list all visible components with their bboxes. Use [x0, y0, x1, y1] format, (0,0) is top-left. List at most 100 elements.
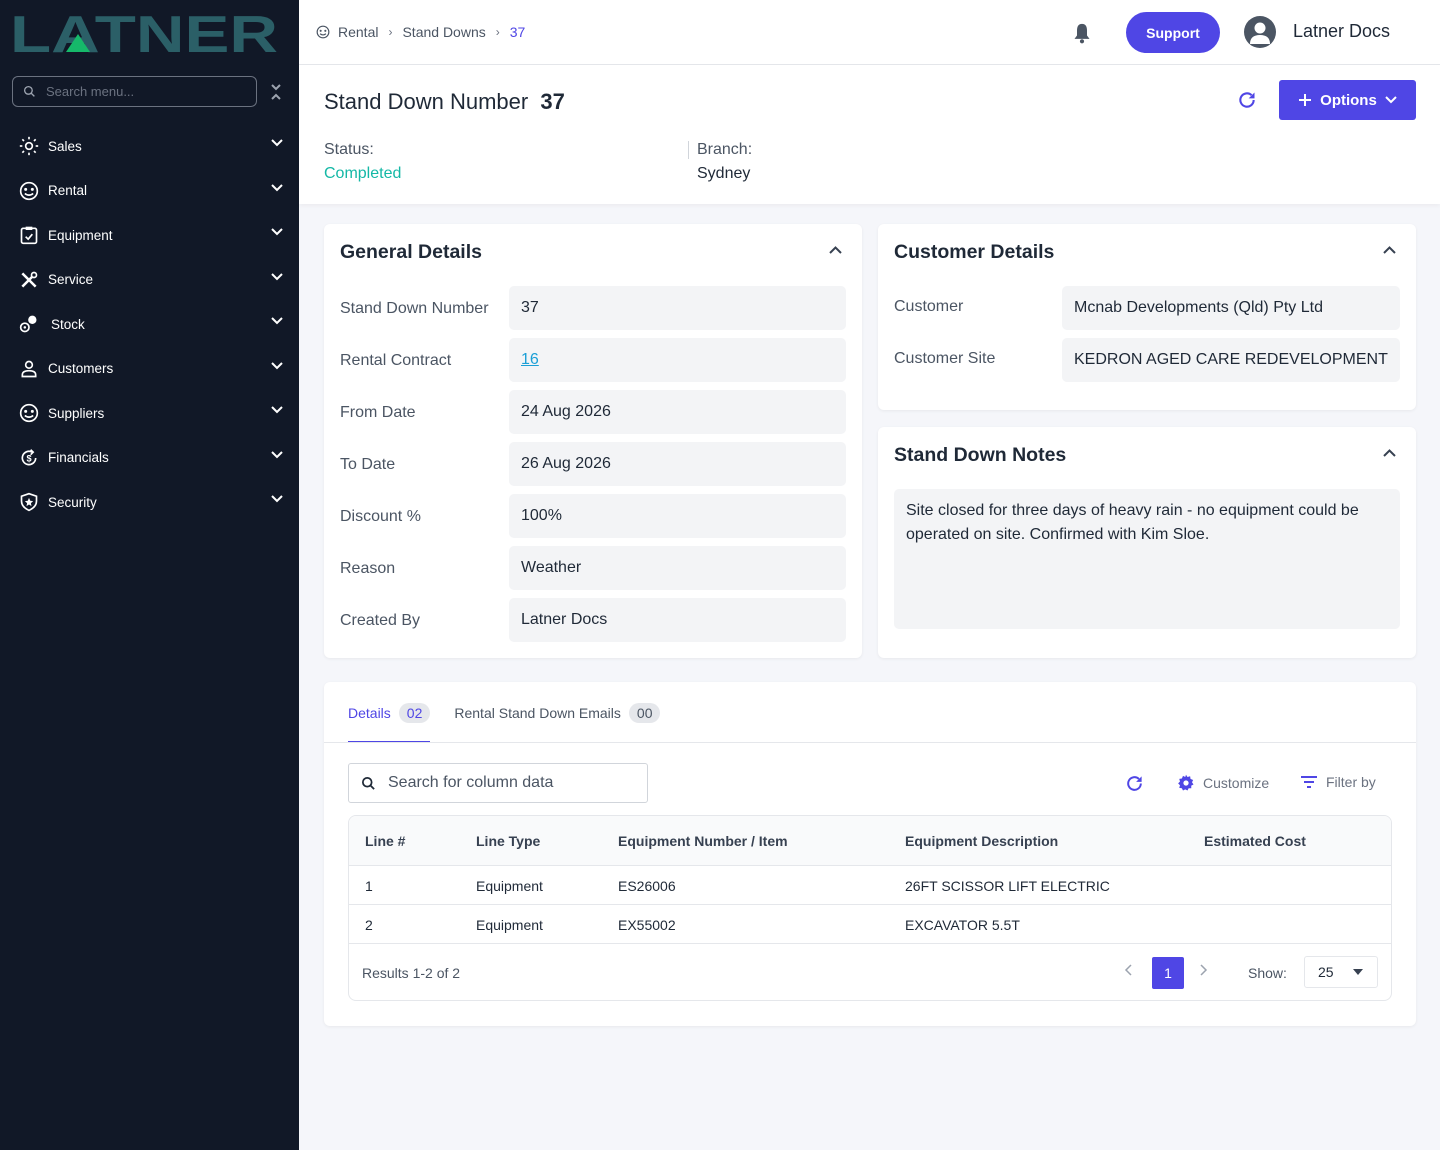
lines-table: Line # Line Type Equipment Number / Item… — [348, 815, 1392, 1001]
column-header[interactable]: Estimated Cost — [1204, 833, 1306, 849]
chevron-up-icon[interactable] — [1383, 449, 1396, 457]
sidebar-item-suppliers[interactable]: Suppliers — [0, 391, 299, 436]
page-size-select[interactable]: 25 — [1304, 956, 1378, 988]
page-title: Stand Down Number 37 — [324, 89, 565, 115]
tab-rental-stand-down-emails[interactable]: Rental Stand Down Emails 00 — [454, 682, 661, 743]
sidebar-item-sales[interactable]: Sales — [0, 124, 299, 169]
table-search-input[interactable] — [388, 774, 638, 792]
cell-line-type: Equipment — [476, 878, 543, 894]
branch-label: Branch: — [697, 141, 753, 158]
divider — [324, 742, 1416, 743]
sidebar-item-label: Suppliers — [48, 405, 105, 421]
sidebar-item-stock[interactable]: Stock — [0, 302, 299, 347]
sidebar-item-rental[interactable]: Rental — [0, 169, 299, 214]
page-number-button[interactable]: 1 — [1152, 957, 1184, 989]
sidebar-item-label: Rental — [48, 183, 88, 199]
shield-icon — [19, 492, 39, 512]
page-title-number: 37 — [540, 89, 565, 114]
chevron-down-icon — [1385, 96, 1397, 104]
refresh-icon[interactable] — [1125, 774, 1144, 793]
branch-value: Sydney — [697, 165, 751, 182]
sidebar-item-financials[interactable]: $ Financials — [0, 436, 299, 481]
breadcrumb-rental[interactable]: Rental — [338, 24, 378, 40]
sidebar-item-service[interactable]: Service — [0, 258, 299, 303]
cell-equipment-number: EX55002 — [618, 917, 676, 933]
breadcrumb-current: 37 — [509, 24, 526, 40]
chevron-down-icon — [271, 450, 283, 458]
svg-text:$: $ — [26, 453, 31, 463]
field-label: Reason — [340, 560, 396, 577]
latner-logo: LATNER — [10, 12, 278, 54]
sales-icon — [19, 136, 39, 156]
sidebar-item-security[interactable]: Security — [0, 480, 299, 525]
customer-details-card: Customer Details Customer Mcnab Developm… — [878, 224, 1416, 410]
field-label: Stand Down Number — [340, 300, 489, 317]
sidebar-item-label: Financials — [48, 450, 109, 466]
plus-icon — [1299, 94, 1312, 106]
column-header[interactable]: Line Type — [476, 833, 540, 849]
tab-bar: Details 02 Rental Stand Down Emails 00 — [348, 682, 684, 743]
bell-icon[interactable] — [1072, 22, 1092, 44]
reason-field: Weather — [509, 546, 846, 590]
avatar[interactable] — [1244, 16, 1276, 48]
chevron-down-icon — [271, 361, 283, 369]
sidebar-item-label: Sales — [48, 138, 82, 154]
divider — [688, 141, 689, 159]
table-row[interactable]: 1 Equipment ES26006 26FT SCISSOR LIFT EL… — [349, 866, 1391, 905]
field-label: Rental Contract — [340, 352, 452, 369]
chevron-up-icon[interactable] — [829, 246, 842, 254]
customize-label: Customize — [1203, 775, 1270, 791]
customer-field: Mcnab Developments (Qld) Pty Ltd — [1062, 286, 1400, 330]
gear-icon — [1178, 774, 1194, 791]
service-icon — [19, 270, 39, 290]
chevron-up-icon[interactable] — [1383, 246, 1396, 254]
breadcrumb: Rental › Stand Downs › 37 — [316, 24, 525, 40]
sidebar-nav: Sales Rental Equipment Service Stock Cus… — [0, 124, 299, 525]
column-header[interactable]: Line # — [365, 833, 405, 849]
user-name[interactable]: Latner Docs — [1293, 21, 1390, 42]
collapse-icon[interactable] — [268, 82, 284, 102]
cell-equipment-description: 26FT SCISSOR LIFT ELECTRIC — [905, 878, 1110, 894]
chevron-down-icon — [271, 317, 283, 325]
rental-icon — [19, 181, 39, 201]
chevron-right-icon[interactable] — [1200, 964, 1208, 976]
column-header[interactable]: Equipment Number / Item — [618, 833, 788, 849]
tab-details[interactable]: Details 02 — [348, 682, 431, 743]
stand-down-notes-card: Stand Down Notes Site closed for three d… — [878, 427, 1416, 658]
column-header[interactable]: Equipment Description — [905, 833, 1058, 849]
table-footer: Results 1-2 of 2 1 Show: 25 — [349, 944, 1391, 1000]
tab-count-badge: 00 — [628, 702, 661, 723]
cell-equipment-number: ES26006 — [618, 878, 676, 894]
cell-line-type: Equipment — [476, 917, 543, 933]
sidebar-item-label: Service — [48, 272, 94, 288]
options-button[interactable]: Options — [1279, 80, 1416, 120]
suppliers-icon — [19, 403, 39, 423]
sidebar-item-equipment[interactable]: Equipment — [0, 213, 299, 258]
refresh-icon[interactable] — [1237, 90, 1257, 110]
brand-text: LATNER — [10, 12, 278, 54]
rental-contract-link[interactable]: 16 — [521, 351, 539, 369]
page-title-text: Stand Down Number — [324, 89, 529, 114]
table-row[interactable]: 2 Equipment EX55002 EXCAVATOR 5.5T — [349, 905, 1391, 944]
sidebar-search-input[interactable] — [46, 84, 236, 99]
general-details-card: General Details Stand Down Number 37 Ren… — [324, 224, 862, 658]
sidebar-item-customers[interactable]: Customers — [0, 347, 299, 392]
filter-button[interactable]: Filter by — [1300, 774, 1376, 790]
sidebar-search[interactable] — [12, 76, 257, 107]
field-label: Discount % — [340, 508, 421, 525]
tab-label: Rental Stand Down Emails — [454, 704, 621, 721]
rental-contract-field: 16 — [509, 338, 846, 382]
table-search[interactable] — [348, 763, 648, 803]
page-size-value: 25 — [1318, 964, 1334, 980]
stand-down-number-field: 37 — [509, 286, 846, 330]
support-button[interactable]: Support — [1126, 12, 1220, 53]
from-date-field: 24 Aug 2026 — [509, 390, 846, 434]
tab-count-badge: 02 — [398, 702, 431, 723]
created-by-field: Latner Docs — [509, 598, 846, 642]
breadcrumb-stand-downs[interactable]: Stand Downs — [402, 24, 485, 40]
chevron-right-icon: › — [495, 25, 500, 39]
chevron-left-icon[interactable] — [1124, 964, 1132, 976]
customize-button[interactable]: Customize — [1177, 774, 1269, 792]
field-label: Customer Site — [894, 350, 996, 367]
user-icon — [19, 359, 39, 379]
